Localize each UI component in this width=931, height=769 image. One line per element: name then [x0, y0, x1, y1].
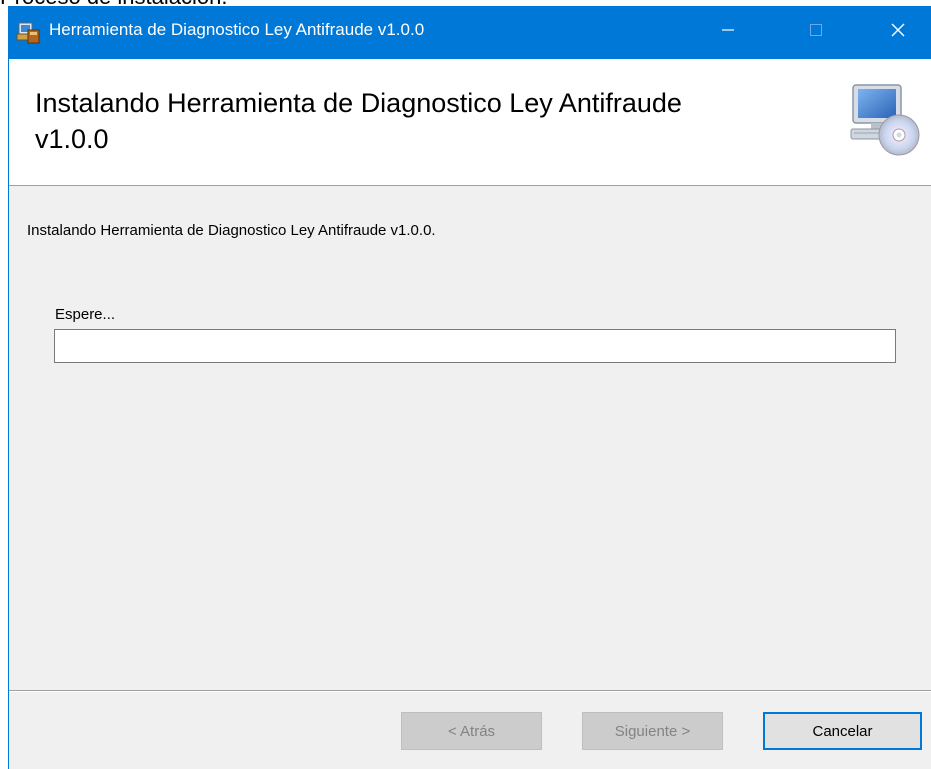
computer-cd-icon [843, 79, 923, 159]
wait-label: Espere... [55, 306, 116, 323]
close-button[interactable] [867, 6, 929, 59]
installer-body: Instalando Herramienta de Diagnostico Le… [9, 186, 931, 690]
installer-app-icon [16, 21, 40, 45]
install-description: Instalando Herramienta de Diagnostico Le… [27, 222, 436, 239]
header-title: Instalando Herramienta de Diagnostico Le… [35, 88, 682, 154]
minimize-button[interactable] [697, 6, 759, 59]
next-button[interactable]: Siguiente > [582, 712, 723, 750]
installer-window: Herramienta de Diagnostico Ley Antifraud… [8, 6, 931, 769]
installer-header: Instalando Herramienta de Diagnostico Le… [9, 59, 931, 186]
window-title: Herramienta de Diagnostico Ley Antifraud… [49, 20, 425, 39]
cancel-button[interactable]: Cancelar [763, 712, 922, 750]
minimize-icon [721, 23, 735, 42]
back-button[interactable]: < Atrás [401, 712, 542, 750]
maximize-button [785, 6, 847, 59]
footer-separator [9, 690, 931, 692]
maximize-icon [809, 23, 823, 42]
install-progress-bar [54, 329, 896, 363]
title-bar[interactable]: Herramienta de Diagnostico Ley Antifraud… [9, 6, 931, 59]
close-icon [890, 22, 906, 43]
